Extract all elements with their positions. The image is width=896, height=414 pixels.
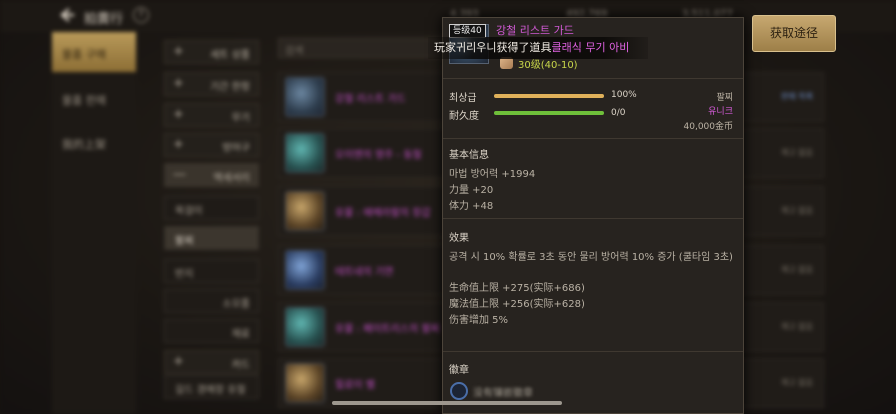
notify-item: 클래식 무기 아비 <box>551 41 630 54</box>
divider <box>443 78 743 79</box>
home-indicator <box>332 401 562 405</box>
item-name: 테트네의 기연 <box>335 267 394 278</box>
item-icon <box>285 191 325 231</box>
category-set[interactable]: + 세트 상품 <box>164 40 259 64</box>
emblem-title: 徽章 <box>449 365 469 376</box>
category-accessory[interactable]: — 액세서리 <box>164 163 259 187</box>
quality-value: 100% <box>611 90 637 100</box>
basic-info-title: 基本信息 <box>449 150 489 161</box>
basic-line: 力量 +20 <box>449 185 494 196</box>
divider <box>443 218 743 219</box>
item-status: 재고 없음 <box>781 206 813 215</box>
notify-prefix: 玩家 <box>434 41 456 54</box>
subcategory-necklace[interactable]: 목걸이 <box>164 196 259 220</box>
item-icon <box>285 307 325 347</box>
effect-line: 伤害增加 5% <box>449 315 509 326</box>
quality-bar-fill <box>494 94 604 98</box>
basic-line: 体力 +48 <box>449 201 494 212</box>
category-limited[interactable]: + 기간 한정 <box>164 72 259 96</box>
durability-label: 耐久度 <box>449 111 479 122</box>
durability-bar-fill <box>494 111 604 115</box>
item-title: 강철 리스트 가드 <box>496 24 574 37</box>
item-icon <box>285 363 325 403</box>
item-name: 강철 리스트 가드 <box>335 94 406 105</box>
page-title: 拍賣行 <box>84 12 124 27</box>
effect-title: 效果 <box>449 233 469 244</box>
nav-item-my-listings[interactable]: 我的上架 <box>52 122 136 162</box>
subcategory-ring[interactable]: 반지 <box>164 259 259 283</box>
item-icon <box>285 133 325 173</box>
item-rarity: 유니크 <box>708 107 733 117</box>
effect-line: 生命值上限 +275(实际+686) <box>449 283 585 294</box>
durability-bar <box>494 111 604 115</box>
quality-bar <box>494 94 604 98</box>
category-column: + 세트 상품 + 기간 한정 + 무기 + 방어구 — 액세서리 목걸이 팔찌 반지 소… <box>164 32 260 414</box>
notify-player: 귀리우니 <box>456 41 497 54</box>
item-icon <box>285 250 325 290</box>
quality-label: 최상급 <box>449 93 477 104</box>
item-status: 판매 목록 <box>781 92 813 101</box>
divider <box>443 138 743 139</box>
help-icon[interactable]: ? <box>133 7 149 23</box>
item-name: 오이엔의 영주 - 동철 <box>335 150 422 161</box>
item-price: 40,000金币 <box>683 122 734 132</box>
divider <box>443 351 743 352</box>
item-tooltip: 등级40 강철 리스트 가드 30级(40-10) 최상급 100% 耐久度 0… <box>442 17 744 414</box>
get-source-button[interactable]: 获取途径 <box>752 15 836 52</box>
back-arrow-icon[interactable] <box>58 6 76 24</box>
nav-item-buy[interactable]: 물품 구매 <box>52 32 136 72</box>
effect-line: 魔法值上限 +256(实际+628) <box>449 299 585 310</box>
subcategory-consumable[interactable]: 소모품 <box>164 289 259 313</box>
item-status: 재고 없음 <box>781 378 813 387</box>
item-status: 재고 없음 <box>781 265 813 274</box>
item-status: 재고 없음 <box>781 148 813 157</box>
notify-middle: 获得了道具 <box>496 41 552 54</box>
item-name: 힐로이 벨 <box>335 380 375 391</box>
category-card[interactable]: + 카드 <box>164 350 259 374</box>
durability-value: 0/0 <box>611 108 626 118</box>
item-obtained-notification: 玩家귀리우니获得了道具클래식 무기 아비 <box>428 37 648 59</box>
subcategory-material[interactable]: 재료 <box>164 319 259 343</box>
basic-line: 마법 방어력 +1994 <box>449 169 536 180</box>
left-nav: 물품 구매 물품 판매 我的上架 <box>52 32 136 414</box>
effect-line: 공격 시 10% 확률로 3초 동안 물리 방어력 10% 증가 (쿨타임 3초… <box>449 252 733 263</box>
item-name: 유물 : 에메라랄의 장갑 <box>335 208 431 219</box>
item-status: 재고 없음 <box>781 322 813 331</box>
level-badge: 등级40 <box>449 24 486 38</box>
nav-item-sell[interactable]: 물품 판매 <box>52 78 136 118</box>
item-icon <box>285 77 325 117</box>
category-weapon[interactable]: + 무기 <box>164 103 259 127</box>
emblem-slot-icon <box>450 382 468 400</box>
emblem-text: 没有镶嵌徽章 <box>473 388 533 399</box>
subcategory-bracelet[interactable]: 팔찌 <box>164 226 259 250</box>
item-slot: 팔찌 <box>716 93 733 103</box>
item-name: 유물 : 페이트리스의 팔찌 <box>335 324 440 335</box>
category-armor[interactable]: + 방어구 <box>164 133 259 157</box>
search-input[interactable]: 검색 <box>278 38 448 58</box>
subcategory-guild-auction[interactable]: 길드 경매장 유절 <box>164 375 259 399</box>
